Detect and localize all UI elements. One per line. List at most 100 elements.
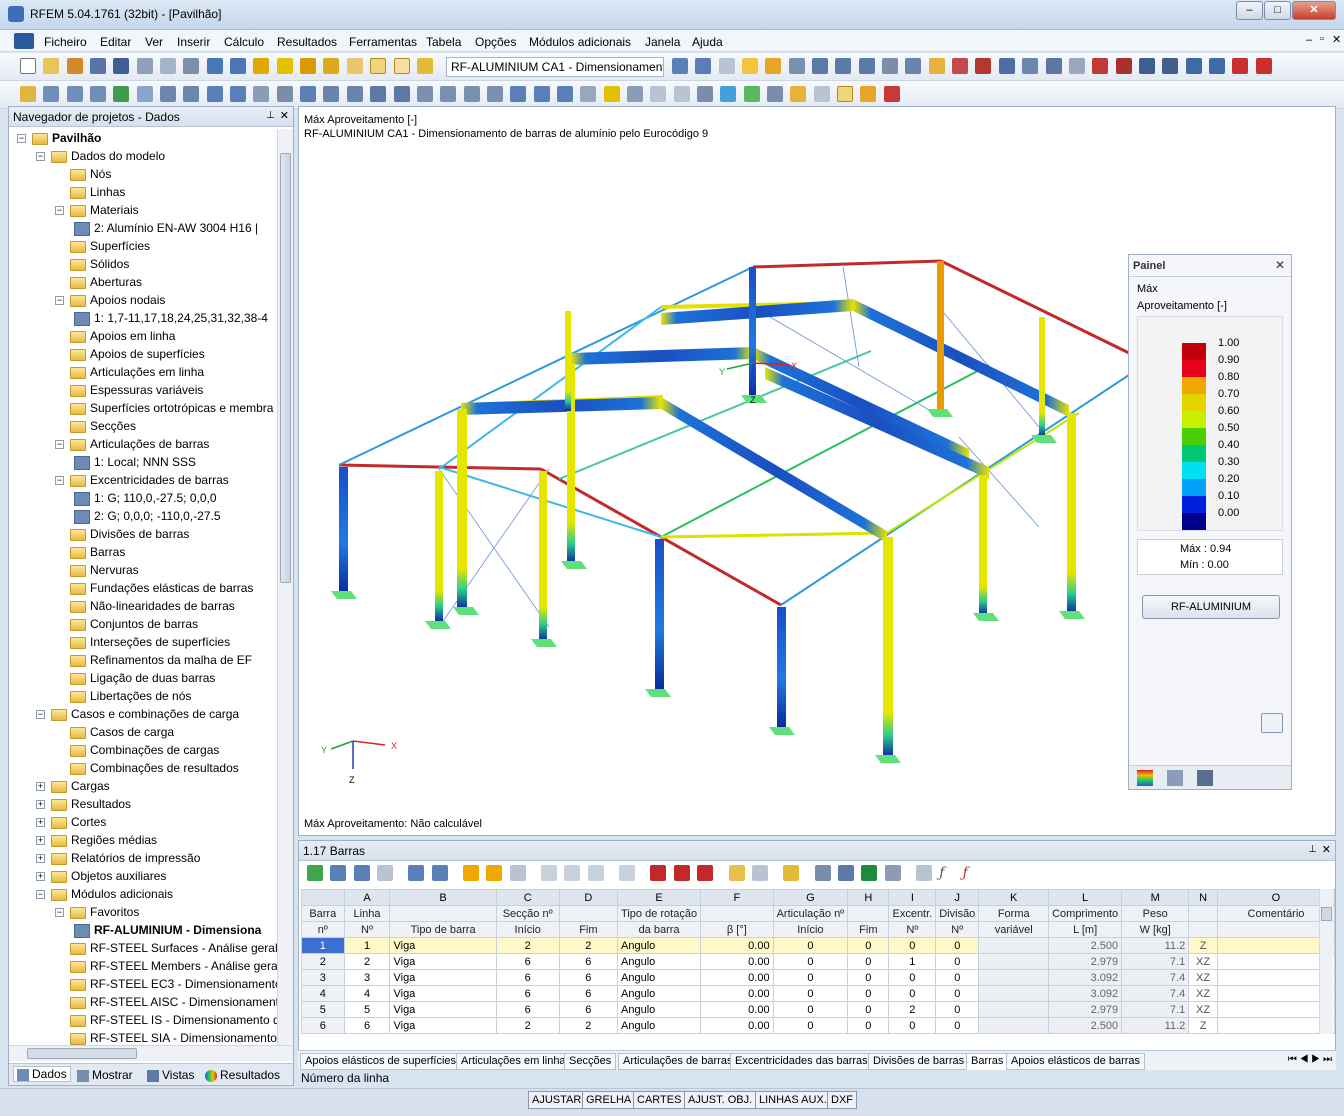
table-cell[interactable]: 5 (343, 1001, 391, 1018)
table-cell[interactable]: Angulo (617, 953, 702, 970)
navigator-close-icon[interactable]: ✕ (280, 109, 289, 122)
save-all-icon[interactable] (90, 58, 107, 74)
table-cell[interactable] (1216, 953, 1336, 970)
menu-ajuda[interactable]: Ajuda (692, 35, 723, 49)
tree-item[interactable]: + Cargas (36, 777, 110, 795)
table-row[interactable]: 1 1 Viga 2 2 Angulo 0.00 0 0 0 0 2.500 11.2 Z (301, 937, 1336, 954)
copy-icon[interactable] (323, 86, 340, 102)
open-folder-icon[interactable] (66, 58, 83, 74)
tab-dados[interactable]: Dados (13, 1066, 71, 1082)
layers-icon[interactable] (790, 86, 807, 102)
table-cell[interactable]: 7.4 (1121, 969, 1190, 986)
expand-toggle-icon[interactable]: + (36, 836, 45, 846)
table-print-icon[interactable] (814, 865, 831, 881)
table-cell[interactable]: 0.00 (700, 969, 774, 986)
table-cell[interactable] (978, 985, 1050, 1002)
table-cell[interactable] (978, 953, 1050, 970)
expand-toggle-icon[interactable]: + (36, 872, 45, 882)
table-cell[interactable] (1216, 937, 1336, 954)
column-letter[interactable]: L (1048, 889, 1123, 906)
model-settings-icon[interactable] (1162, 58, 1179, 74)
table-copy-icon[interactable] (541, 865, 558, 881)
next-case-icon[interactable] (695, 58, 712, 74)
cartesian-button[interactable]: CARTES (633, 1091, 686, 1109)
insert-polyline-icon[interactable] (66, 86, 83, 102)
tree-item[interactable]: − Materiais (55, 201, 139, 219)
column-letter[interactable]: I (888, 889, 937, 906)
table-refresh-icon[interactable] (509, 865, 526, 881)
tree-item[interactable]: + Regiões médias (36, 831, 157, 849)
sheet-tab[interactable]: Apoios elásticos de superfícies (300, 1053, 462, 1070)
check-icon[interactable] (883, 86, 900, 102)
column-letter[interactable]: M (1121, 889, 1190, 906)
filter-tab-icon[interactable] (1197, 770, 1213, 786)
column-letter[interactable]: A (343, 889, 391, 906)
table-cell[interactable] (978, 1001, 1050, 1018)
table-cell[interactable]: 3 (301, 969, 345, 986)
divide-icon[interactable] (370, 86, 387, 102)
object-snap-button[interactable]: AJUST. OBJ. (684, 1091, 757, 1109)
table-columns-icon[interactable] (728, 865, 745, 881)
tree-item[interactable]: + Relatórios de impressão (36, 849, 200, 867)
menu-modulos-adicionais[interactable]: Módulos adicionais (529, 35, 631, 49)
solid-render-icon[interactable] (743, 86, 760, 102)
print-graphic-icon[interactable] (183, 58, 200, 74)
tree-item[interactable]: 2: G; 0,0,0; -110,0,-27.5 (74, 507, 221, 525)
table-clear-icon[interactable] (619, 865, 636, 881)
tree-item[interactable]: +RF-STEEL AISC - Dimensionament (55, 993, 279, 1011)
table-cell[interactable]: 0 (847, 1001, 890, 1018)
table-cell[interactable]: 2 (558, 1017, 619, 1034)
tree-item[interactable]: − Pavilhão (17, 129, 101, 147)
document-view-icon[interactable] (837, 86, 854, 102)
tree-item[interactable]: +RF-STEEL IS - Dimensionamento d (55, 1011, 279, 1029)
tree-item[interactable]: +Apoios de superfícies (55, 345, 205, 363)
table-cell[interactable] (1216, 1017, 1336, 1034)
tree-item[interactable]: +Linhas (55, 183, 125, 201)
connect-icon[interactable] (393, 86, 410, 102)
expand-toggle-icon[interactable]: − (36, 152, 45, 162)
tree-item[interactable]: − Apoios nodais (55, 291, 165, 309)
insert-load-icon[interactable] (276, 86, 293, 102)
navigator-vertical-scrollbar[interactable] (277, 129, 293, 1045)
tree-item[interactable]: 1: G; 110,0,-27.5; 0,0,0 (74, 489, 217, 507)
calculate-all-icon[interactable] (300, 58, 317, 74)
menu-janela[interactable]: Janela (645, 35, 680, 49)
column-letter[interactable]: H (847, 889, 890, 906)
table-cell[interactable]: 3.092 (1048, 969, 1123, 986)
tree-item[interactable]: +Conjuntos de barras (55, 615, 198, 633)
table-cell[interactable]: 2.500 (1048, 937, 1123, 954)
table-next-icon[interactable] (431, 865, 448, 881)
document-icon[interactable] (14, 33, 34, 49)
color-settings-icon[interactable] (860, 86, 877, 102)
balance-tab-icon[interactable] (1167, 770, 1183, 786)
view-model-icon[interactable] (812, 58, 829, 74)
grid-icon[interactable] (882, 58, 899, 74)
column-letter[interactable] (301, 889, 345, 906)
table-delete-row-icon[interactable] (353, 865, 370, 881)
surface-mesh-icon[interactable] (720, 86, 737, 102)
tree-item[interactable]: RF-ALUMINIUM - Dimensiona (74, 921, 261, 939)
table-view-icon[interactable] (370, 58, 387, 74)
insert-arc-icon[interactable] (90, 86, 107, 102)
table-sort-icon[interactable] (587, 865, 604, 881)
dxf-button[interactable]: DXF (827, 1091, 857, 1109)
table-cell[interactable]: 6 (495, 969, 560, 986)
table-cell[interactable]: 2 (301, 953, 345, 970)
tree-item[interactable]: +Articulações em linha (55, 363, 204, 381)
table-cell[interactable] (1216, 985, 1336, 1002)
expand-toggle-icon[interactable]: − (55, 440, 64, 450)
previous-case-icon[interactable] (672, 58, 688, 74)
table-cell[interactable]: 1 (888, 953, 937, 970)
table-cell[interactable]: 0 (847, 985, 890, 1002)
spell-check-icon[interactable] (915, 865, 932, 881)
table-cell[interactable]: 0 (935, 1017, 980, 1034)
table-cell[interactable]: 2 (888, 1001, 937, 1018)
sheet-tab[interactable]: Apoios elásticos de barras (1006, 1053, 1146, 1070)
save-icon[interactable] (113, 58, 130, 74)
column-letter[interactable]: C (495, 889, 560, 906)
axis-x-icon[interactable] (510, 86, 527, 102)
table-cell[interactable]: 0 (772, 985, 849, 1002)
table-cell[interactable] (978, 937, 1050, 954)
column-letter[interactable]: O (1216, 889, 1336, 906)
tree-item[interactable]: + Resultados (36, 795, 131, 813)
